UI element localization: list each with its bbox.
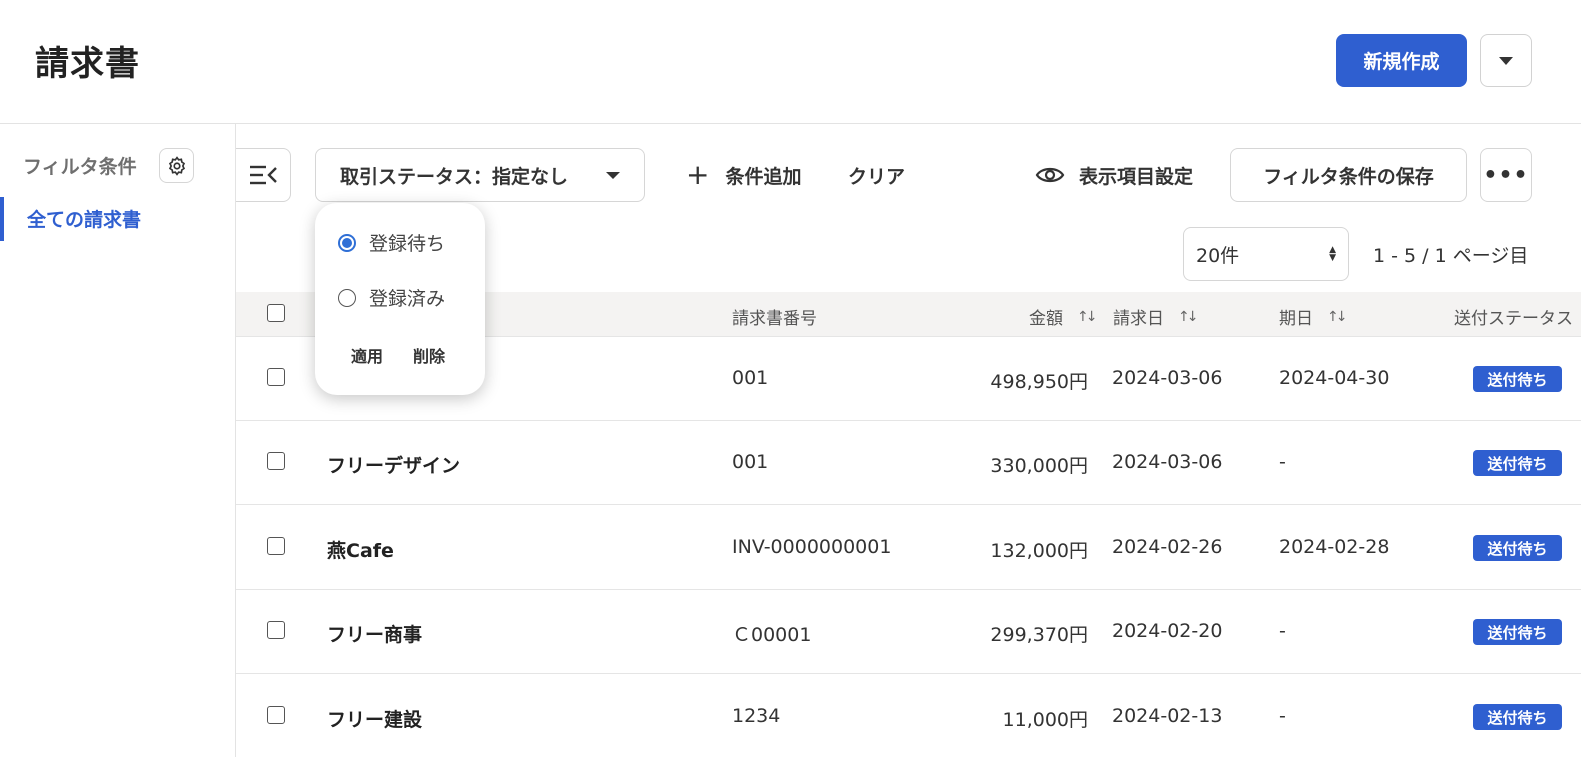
transaction-status-filter[interactable]: 取引ステータス：指定なし bbox=[315, 148, 645, 202]
invoice-number: 001 bbox=[732, 451, 769, 473]
column-header-number-label: 請求書番号 bbox=[732, 309, 817, 329]
page-header: 請求書 新規作成 bbox=[0, 0, 1581, 124]
invoice-amount: 498,950円 bbox=[990, 371, 1088, 393]
due-date: - bbox=[1279, 451, 1286, 473]
partner-name[interactable]: フリー商事 bbox=[327, 620, 422, 647]
column-header-issue-date[interactable]: 請求日 ↑↓ bbox=[1113, 304, 1199, 330]
partner-name[interactable]: 燕Cafe bbox=[327, 536, 394, 563]
invoice-amount: 330,000円 bbox=[990, 455, 1088, 477]
invoice-number: Ｃ00001 bbox=[732, 624, 812, 646]
page-title: 請求書 bbox=[35, 44, 140, 84]
issue-date: 2024-02-13 bbox=[1112, 705, 1223, 727]
gear-icon bbox=[168, 155, 185, 176]
filter-sidebar: フィルタ条件 全ての請求書 bbox=[0, 124, 236, 757]
display-settings-label: 表示項目設定 bbox=[1079, 165, 1194, 188]
status-badge: 送付待ち bbox=[1473, 619, 1562, 645]
invoice-number: 001 bbox=[732, 367, 769, 389]
per-page-select[interactable]: 20件 ▲ ▼ bbox=[1183, 227, 1349, 281]
due-date: 2024-02-28 bbox=[1279, 536, 1390, 558]
apply-button[interactable]: 適用 bbox=[351, 343, 383, 367]
column-header-number[interactable]: 請求書番号 bbox=[732, 304, 817, 329]
add-condition-label: 条件追加 bbox=[725, 165, 802, 188]
table-row[interactable]: フリー商事 Ｃ00001 299,370円 2024-02-20 - 送付待ち bbox=[236, 590, 1581, 674]
delete-button[interactable]: 削除 bbox=[413, 343, 445, 367]
radio-option-label: 登録待ち bbox=[369, 233, 446, 255]
display-settings-button[interactable]: 表示項目設定 bbox=[1035, 160, 1193, 190]
table-row[interactable]: フリー建設 1234 11,000円 2024-02-13 - 送付待ち bbox=[236, 675, 1581, 757]
sort-icon: ↑↓ bbox=[1327, 308, 1348, 325]
row-checkbox[interactable] bbox=[267, 621, 285, 639]
issue-date: 2024-02-20 bbox=[1112, 620, 1223, 642]
column-header-due-date-label: 期日 bbox=[1279, 309, 1313, 329]
collapse-sidebar-button[interactable] bbox=[236, 148, 291, 202]
status-badge: 送付待ち bbox=[1473, 535, 1562, 561]
column-header-amount[interactable]: 金額 ↑↓ bbox=[1029, 304, 1098, 330]
eye-icon bbox=[1035, 167, 1065, 183]
sort-icon: ↑↓ bbox=[1077, 308, 1098, 325]
invoice-number: 1234 bbox=[732, 705, 781, 727]
more-horizontal-icon: ••• bbox=[1483, 162, 1529, 188]
create-new-button[interactable]: 新規作成 bbox=[1336, 34, 1467, 87]
column-header-send-status-label: 送付ステータス bbox=[1454, 309, 1573, 329]
status-filter-popover: 登録待ち 登録済み 適用 削除 bbox=[315, 203, 485, 395]
due-date: 2024-04-30 bbox=[1279, 367, 1390, 389]
sidebar-item-all-invoices[interactable]: 全ての請求書 bbox=[27, 205, 141, 232]
collapse-sidebar-icon bbox=[250, 165, 277, 185]
column-header-due-date[interactable]: 期日 ↑↓ bbox=[1279, 304, 1348, 330]
filter-select-label: 取引ステータス：指定なし bbox=[340, 165, 569, 188]
radio-option-pending[interactable]: 登録待ち bbox=[338, 229, 445, 256]
plus-icon: + bbox=[686, 158, 710, 191]
per-page-value: 20件 bbox=[1196, 244, 1240, 267]
issue-date: 2024-03-06 bbox=[1112, 367, 1223, 389]
radio-option-label: 登録済み bbox=[369, 288, 446, 310]
due-date: - bbox=[1279, 620, 1286, 642]
radio-unchecked-icon bbox=[338, 288, 356, 307]
sort-icon: ↑↓ bbox=[1178, 308, 1199, 325]
caret-down-icon bbox=[1499, 56, 1513, 65]
sidebar-active-indicator bbox=[0, 197, 4, 241]
pagination-info: 1 - 5 / 1 ページ目 bbox=[1373, 245, 1529, 267]
invoice-amount: 299,370円 bbox=[990, 624, 1088, 646]
more-options-button[interactable]: ••• bbox=[1480, 148, 1532, 202]
column-header-send-status[interactable]: 送付ステータス bbox=[1454, 304, 1573, 329]
row-checkbox[interactable] bbox=[267, 452, 285, 470]
partner-name[interactable]: フリーデザイン bbox=[327, 451, 460, 478]
radio-option-registered[interactable]: 登録済み bbox=[338, 284, 445, 311]
select-all-checkbox[interactable] bbox=[267, 304, 285, 322]
invoice-amount: 132,000円 bbox=[990, 540, 1088, 562]
save-filter-button[interactable]: フィルタ条件の保存 bbox=[1230, 148, 1467, 202]
filter-settings-button[interactable] bbox=[159, 148, 194, 183]
issue-date: 2024-02-26 bbox=[1112, 536, 1223, 558]
status-badge: 送付待ち bbox=[1473, 704, 1562, 730]
row-checkbox[interactable] bbox=[267, 706, 285, 724]
radio-checked-icon bbox=[338, 233, 356, 252]
add-condition-button[interactable]: + 条件追加 bbox=[686, 160, 801, 190]
status-badge: 送付待ち bbox=[1473, 450, 1562, 476]
invoice-number: INV-0000000001 bbox=[732, 536, 892, 558]
partner-name[interactable]: フリー建設 bbox=[327, 705, 422, 732]
caret-down-icon bbox=[606, 172, 620, 179]
clear-filter-button[interactable]: クリア bbox=[848, 160, 905, 190]
row-checkbox[interactable] bbox=[267, 537, 285, 555]
row-checkbox[interactable] bbox=[267, 368, 285, 386]
issue-date: 2024-03-06 bbox=[1112, 451, 1223, 473]
table-row[interactable]: フリーデザイン 001 330,000円 2024-03-06 - 送付待ち bbox=[236, 421, 1581, 505]
due-date: - bbox=[1279, 705, 1286, 727]
column-header-amount-label: 金額 bbox=[1029, 309, 1063, 329]
create-options-dropdown-button[interactable] bbox=[1480, 34, 1532, 87]
sidebar-title: フィルタ条件 bbox=[23, 156, 137, 178]
column-header-issue-date-label: 請求日 bbox=[1113, 309, 1164, 329]
invoice-amount: 11,000円 bbox=[1002, 709, 1088, 731]
table-row[interactable]: 燕Cafe INV-0000000001 132,000円 2024-02-26… bbox=[236, 506, 1581, 590]
select-arrows-icon: ▲ ▼ bbox=[1329, 245, 1336, 263]
status-badge: 送付待ち bbox=[1473, 366, 1562, 392]
